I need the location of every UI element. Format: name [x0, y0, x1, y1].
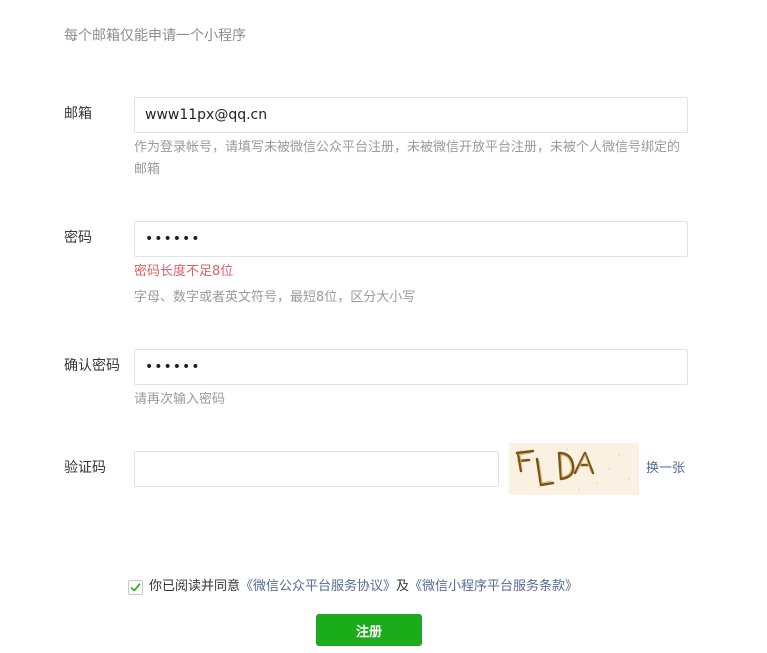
- email-input[interactable]: www11px@qq.cn: [134, 97, 688, 133]
- captcha-label: 验证码: [64, 460, 106, 476]
- agreement-prefix: 你已阅读并同意: [149, 579, 241, 594]
- service-agreement-link[interactable]: 《微信公众平台服务协议》: [240, 578, 396, 596]
- captcha-image[interactable]: [509, 443, 639, 495]
- email-value: www11px@qq.cn: [145, 107, 268, 123]
- confirm-password-row: 确认密码 •••••• 请再次输入密码: [64, 349, 688, 419]
- confirm-password-input[interactable]: ••••••: [134, 349, 688, 385]
- confirm-password-tip: 请再次输入密码: [134, 392, 226, 407]
- confirm-password-value: ••••••: [145, 359, 201, 375]
- password-label: 密码: [64, 230, 92, 246]
- register-button[interactable]: 注册: [316, 614, 422, 646]
- password-tip: 字母、数字或者英文符号，最短8位，区分大小写: [134, 290, 416, 305]
- intro-text: 每个邮箱仅能申请一个小程序: [64, 28, 246, 44]
- check-icon: [130, 582, 141, 591]
- confirm-password-label: 确认密码: [64, 358, 120, 374]
- password-error: 密码长度不足8位: [134, 264, 234, 279]
- captcha-row: 验证码 换一张: [64, 443, 688, 503]
- swap-captcha-link[interactable]: 换一张: [646, 460, 685, 478]
- captcha-input[interactable]: [134, 451, 499, 487]
- email-row: 邮箱 www11px@qq.cn 作为登录帐号，请填写未被微信公众平台注册，未被…: [64, 97, 688, 187]
- email-tip: 作为登录帐号，请填写未被微信公众平台注册，未被微信开放平台注册，未被个人微信号绑…: [134, 140, 681, 177]
- password-row: 密码 •••••• 密码长度不足8位 字母、数字或者英文符号，最短8位，区分大小…: [64, 221, 688, 311]
- email-label: 邮箱: [64, 106, 92, 122]
- agreement-checkbox[interactable]: [128, 579, 143, 595]
- password-value: ••••••: [145, 231, 201, 247]
- agreement-middle: 及: [396, 579, 410, 594]
- password-input[interactable]: ••••••: [134, 221, 688, 257]
- agreement: 你已阅读并同意 《微信公众平台服务协议》 及 《微信小程序平台服务条款》: [128, 578, 578, 596]
- miniprogram-terms-link[interactable]: 《微信小程序平台服务条款》: [409, 578, 578, 596]
